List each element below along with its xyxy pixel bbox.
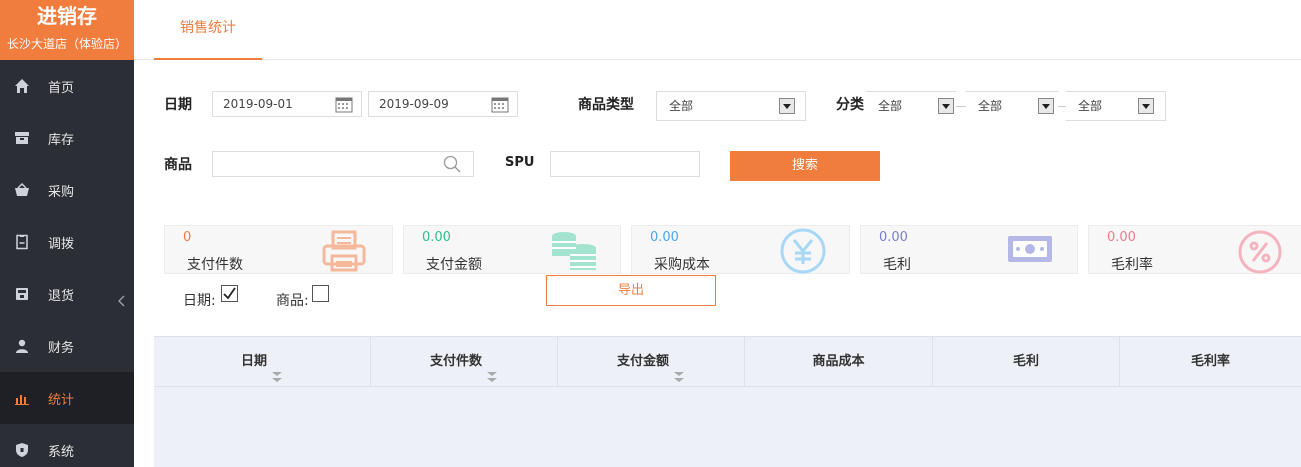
category-value-1: 全部 bbox=[878, 99, 903, 113]
home-icon bbox=[14, 78, 30, 94]
stat-value: 0 bbox=[183, 230, 192, 245]
sidebar-item-label: 财务 bbox=[48, 340, 75, 356]
sidebar-item-home[interactable]: 首页 bbox=[0, 60, 134, 112]
export-product-checkbox[interactable] bbox=[312, 285, 329, 302]
store-name[interactable]: 长沙大道店（体验店） bbox=[0, 28, 134, 54]
chevron-down-icon[interactable] bbox=[1138, 98, 1154, 114]
tab-bar: 销售统计 bbox=[134, 0, 1301, 60]
stat-card-gross-margin: 0.00 毛利率 bbox=[1088, 225, 1301, 274]
date-start-value: 2019-09-01 bbox=[223, 97, 293, 111]
sidebar-item-label: 系统 bbox=[48, 444, 75, 460]
return-box-icon bbox=[14, 286, 30, 302]
column-header-label: 支付金额 bbox=[616, 354, 669, 369]
chevron-down-icon[interactable] bbox=[1038, 98, 1054, 114]
date-label: 日期 bbox=[164, 97, 192, 113]
banknote-icon bbox=[1005, 228, 1055, 274]
calendar-icon[interactable] bbox=[335, 96, 353, 113]
category-select-3[interactable]: 全部 bbox=[1066, 91, 1166, 121]
product-type-select[interactable]: 全部 bbox=[656, 91, 806, 121]
product-type-label: 商品类型 bbox=[578, 97, 634, 113]
product-search-input[interactable] bbox=[212, 151, 474, 177]
tab-sales-statistics[interactable]: 销售统计 bbox=[154, 0, 262, 60]
sidebar-item-label: 退货 bbox=[48, 288, 75, 304]
sidebar-item-label: 首页 bbox=[48, 80, 75, 96]
date-end-field[interactable]: 2019-09-09 bbox=[368, 91, 518, 117]
transfer-doc-icon bbox=[14, 234, 30, 250]
user-icon bbox=[14, 338, 30, 354]
stat-name: 支付件数 bbox=[187, 257, 243, 273]
category-value-3: 全部 bbox=[1078, 99, 1103, 113]
column-header-paid-items[interactable]: 支付件数 bbox=[371, 337, 558, 387]
receipt-printer-icon bbox=[319, 228, 369, 274]
sidebar-item-inventory[interactable]: 库存 bbox=[0, 112, 134, 164]
checkmark-icon bbox=[223, 287, 236, 300]
sidebar-item-label: 库存 bbox=[48, 132, 75, 148]
stat-card-purchase-cost: 0.00 采购成本 bbox=[631, 225, 850, 274]
coin-stack-icon bbox=[550, 228, 600, 274]
sidebar-item-label: 采购 bbox=[48, 184, 75, 200]
inventory-icon bbox=[14, 130, 30, 146]
percent-icon bbox=[1235, 228, 1285, 274]
sales-table: 日期 支付件数 支付金额 商品成本 毛利 毛利率 bbox=[154, 336, 1301, 467]
product-type-value: 全部 bbox=[669, 99, 694, 113]
sort-icon[interactable] bbox=[673, 355, 685, 382]
sidebar-item-label: 统计 bbox=[48, 392, 75, 408]
sidebar-item-transfer[interactable]: 调拨 bbox=[0, 216, 134, 268]
sort-icon[interactable] bbox=[271, 355, 283, 382]
chevron-down-icon[interactable] bbox=[779, 98, 795, 114]
date-start-field[interactable]: 2019-09-01 bbox=[212, 91, 362, 117]
stat-card-paid-items: 0 支付件数 bbox=[164, 225, 393, 274]
sidebar-item-returns[interactable]: 退货 bbox=[0, 268, 134, 320]
export-button[interactable]: 导出 bbox=[546, 275, 716, 306]
stat-value: 0.00 bbox=[650, 230, 679, 245]
sidebar-item-label: 调拨 bbox=[48, 236, 75, 252]
sort-icon[interactable] bbox=[486, 355, 498, 382]
sidebar-item-system[interactable]: 系统 bbox=[0, 424, 134, 467]
export-product-label: 商品: bbox=[276, 293, 309, 309]
brand-header: 进销存 长沙大道店（体验店） bbox=[0, 0, 134, 60]
column-header-label: 支付件数 bbox=[429, 354, 482, 369]
chevron-down-icon[interactable] bbox=[938, 98, 954, 114]
stat-value: 0.00 bbox=[422, 230, 451, 245]
date-end-value: 2019-09-09 bbox=[379, 97, 449, 111]
product-label: 商品 bbox=[164, 157, 192, 173]
shield-icon bbox=[14, 442, 30, 458]
search-button[interactable]: 搜索 bbox=[730, 151, 880, 181]
stat-card-gross-profit: 0.00 毛利 bbox=[860, 225, 1078, 274]
search-icon[interactable] bbox=[443, 155, 461, 181]
stat-name: 采购成本 bbox=[654, 257, 710, 273]
category-select-2[interactable]: 全部 bbox=[966, 91, 1058, 121]
stat-name: 毛利率 bbox=[1111, 257, 1153, 273]
stat-name: 支付金额 bbox=[426, 257, 482, 273]
column-header-date[interactable]: 日期 bbox=[154, 337, 371, 387]
sidebar-item-purchase[interactable]: 采购 bbox=[0, 164, 134, 216]
sidebar-collapse-chevron-icon[interactable] bbox=[116, 294, 126, 308]
stat-value: 0.00 bbox=[879, 230, 908, 245]
bar-chart-icon bbox=[14, 390, 30, 406]
category-value-2: 全部 bbox=[978, 99, 1003, 113]
column-header-paid-amount[interactable]: 支付金额 bbox=[558, 337, 745, 387]
sidebar-item-statistics[interactable]: 统计 bbox=[0, 372, 134, 424]
column-header-gross-margin: 毛利率 bbox=[1190, 354, 1230, 369]
app-title: 进销存 bbox=[37, 4, 97, 28]
column-header-product-cost: 商品成本 bbox=[745, 337, 933, 387]
export-date-label: 日期: bbox=[183, 293, 216, 309]
sidebar-item-finance[interactable]: 财务 bbox=[0, 320, 134, 372]
calendar-icon[interactable] bbox=[491, 96, 509, 113]
spu-input[interactable] bbox=[550, 151, 700, 177]
purchase-basket-icon bbox=[14, 182, 30, 198]
sidebar: 进销存 长沙大道店（体验店） 首页 库存 采购 调拨 退货 财务 统计 系统 bbox=[0, 0, 134, 467]
column-header-gross-profit: 毛利 bbox=[933, 337, 1120, 387]
export-date-checkbox[interactable] bbox=[221, 285, 238, 302]
column-header-label: 日期 bbox=[240, 354, 267, 369]
category-select-1[interactable]: 全部 bbox=[866, 91, 956, 121]
stat-name: 毛利 bbox=[883, 257, 911, 273]
stat-value: 0.00 bbox=[1107, 230, 1136, 245]
yen-icon bbox=[778, 228, 828, 274]
stat-card-paid-amount: 0.00 支付金额 bbox=[403, 225, 621, 274]
spu-label: SPU bbox=[505, 155, 535, 170]
table-header: 日期 支付件数 支付金额 商品成本 毛利 毛利率 bbox=[154, 337, 1301, 387]
category-label: 分类 bbox=[836, 97, 864, 113]
